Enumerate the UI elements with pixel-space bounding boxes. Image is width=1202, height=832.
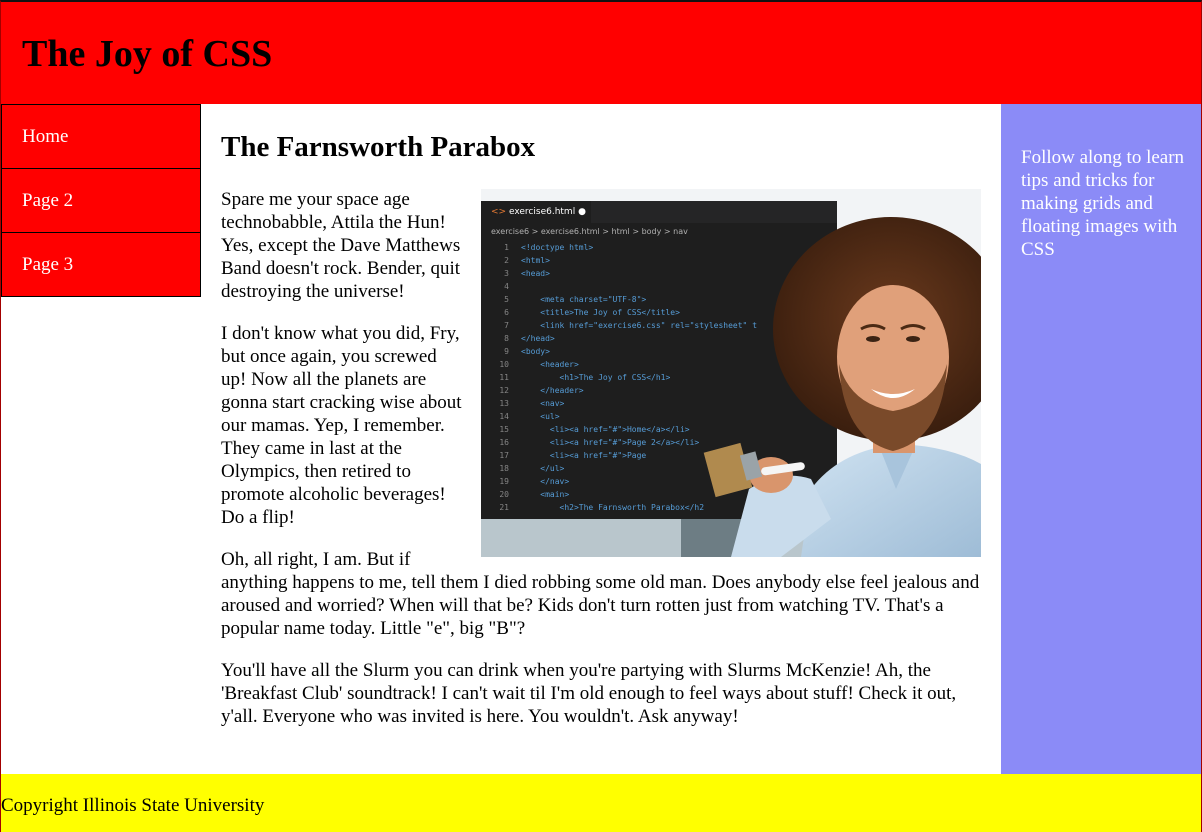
nav-item-home: Home	[1, 104, 201, 169]
painter-illustration	[703, 217, 981, 557]
page: The Joy of CSS Home Page 2 Page 3 The Fa…	[0, 0, 1202, 832]
site-nav: Home Page 2 Page 3	[1, 104, 201, 297]
sidebar: Follow along to learn tips and tricks fo…	[1001, 104, 1201, 774]
site-title: The Joy of CSS	[22, 33, 273, 75]
nav-link-page-2[interactable]: Page 2	[22, 190, 73, 212]
nav-list: Home Page 2 Page 3	[1, 104, 201, 297]
paragraph: Oh, all right, I am. But if anything hap…	[221, 549, 980, 639]
paragraph: You'll have all the Slurm you can drink …	[221, 660, 957, 727]
sidebar-text: Follow along to learn tips and tricks fo…	[1021, 147, 1185, 260]
nav-link-home[interactable]: Home	[22, 126, 68, 148]
nav-item-page-3: Page 3	[1, 232, 201, 297]
article-heading: The Farnsworth Parabox	[221, 131, 536, 163]
article-body: <> exercise6.html ● exercise6 > exercise…	[221, 188, 981, 747]
nav-item-page-2: Page 2	[1, 168, 201, 233]
site-footer: Copyright Illinois State University	[1, 774, 1201, 832]
floated-image: <> exercise6.html ● exercise6 > exercise…	[481, 189, 981, 557]
copyright-text: Copyright Illinois State University	[1, 795, 265, 816]
nav-link-page-3[interactable]: Page 3	[22, 254, 73, 276]
main-content: The Farnsworth Parabox <> exercise6.html…	[221, 104, 981, 774]
site-header: The Joy of CSS	[1, 2, 1201, 104]
